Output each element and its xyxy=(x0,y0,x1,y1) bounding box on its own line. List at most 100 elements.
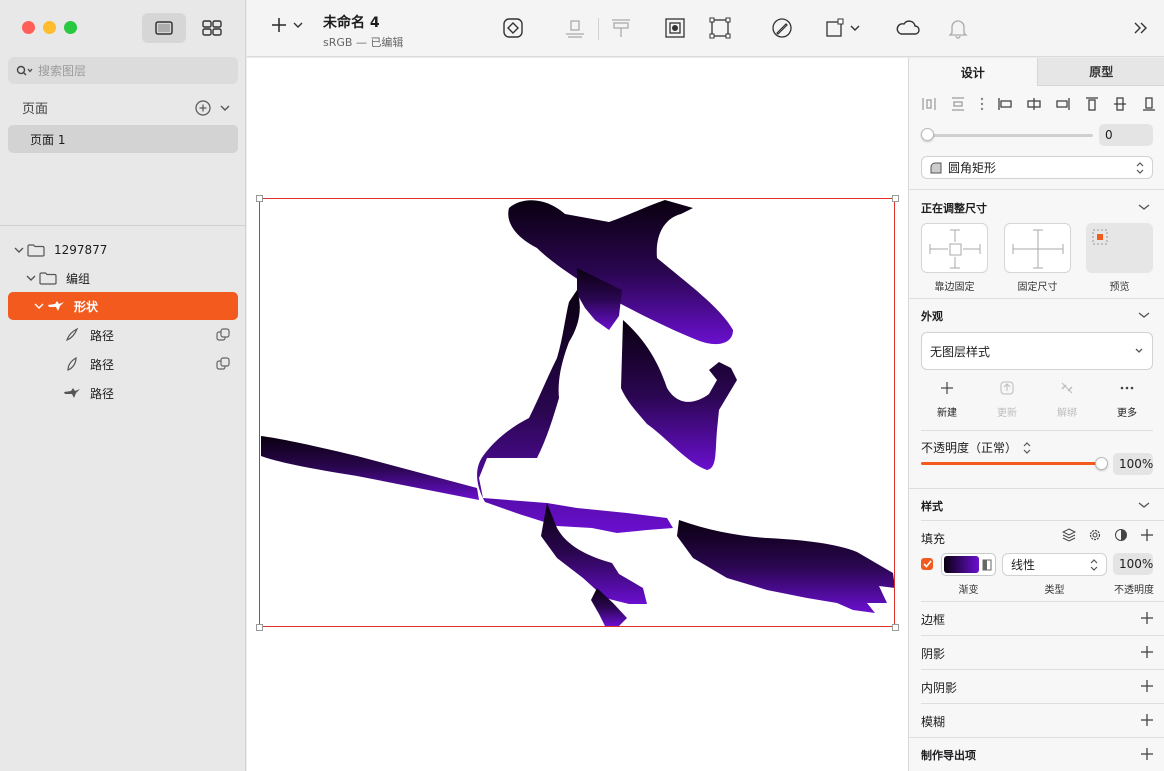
tint-icon[interactable] xyxy=(1114,528,1128,542)
document-status: sRGB — 已编辑 xyxy=(323,36,404,49)
preview-option[interactable] xyxy=(1086,223,1153,273)
gear-icon[interactable] xyxy=(1088,528,1102,542)
add-shadow-icon[interactable] xyxy=(1140,645,1154,659)
detach-style-button[interactable]: 解绑 xyxy=(1047,381,1087,419)
resize-handle-bottom-left[interactable] xyxy=(256,624,263,631)
add-page-icon[interactable] xyxy=(195,99,211,116)
layer-row-selected[interactable]: 形状 xyxy=(8,292,238,320)
add-inner-shadow-icon[interactable] xyxy=(1140,679,1154,693)
edit-path-button[interactable] xyxy=(770,16,794,40)
document-title: 未命名 4 sRGB — 已编辑 xyxy=(323,12,403,50)
chevron-down-icon[interactable] xyxy=(26,274,36,282)
canvas-view-button[interactable] xyxy=(142,13,186,43)
fill-type-select[interactable]: 线性 xyxy=(1002,553,1107,576)
unlink-icon xyxy=(1061,382,1073,394)
update-style-button[interactable]: 更新 xyxy=(987,381,1027,419)
update-icon xyxy=(1000,381,1014,395)
section-divider xyxy=(909,189,1164,190)
corner-radius-knob[interactable] xyxy=(921,128,934,141)
path-icon xyxy=(67,357,77,371)
section-divider xyxy=(921,669,1164,670)
add-blur-icon[interactable] xyxy=(1140,713,1154,727)
zoom-window-button[interactable] xyxy=(64,21,77,34)
align-middle-icon[interactable] xyxy=(1112,96,1128,112)
resize-handle-bottom-right[interactable] xyxy=(892,624,899,631)
shape-type-select[interactable]: 圆角矩形 xyxy=(921,156,1153,179)
layer-row[interactable]: 编组 xyxy=(8,264,238,292)
create-symbol-button[interactable] xyxy=(501,16,525,40)
align-bottom-icon[interactable] xyxy=(1141,96,1157,112)
opacity-slider-track[interactable] xyxy=(921,462,1101,465)
minimize-window-button[interactable] xyxy=(43,21,56,34)
resize-menu-button[interactable] xyxy=(823,16,863,40)
toolbar-overflow-button[interactable] xyxy=(1129,16,1153,40)
layer-row[interactable]: 路径 xyxy=(8,379,238,407)
search-layers-field[interactable]: 搜索图层 xyxy=(8,57,238,84)
grid-view-button[interactable] xyxy=(190,13,234,43)
chevron-down-icon[interactable] xyxy=(1138,501,1150,509)
resize-handle-top-left[interactable] xyxy=(256,195,263,202)
updown-chevron-icon xyxy=(1090,558,1098,571)
section-divider xyxy=(921,520,1164,521)
resize-frame-icon xyxy=(826,18,860,37)
search-placeholder: 搜索图层 xyxy=(38,64,87,78)
more-vertical-icon[interactable] xyxy=(979,96,985,112)
add-export-icon[interactable] xyxy=(1140,747,1154,761)
layer-name: 编组 xyxy=(66,271,91,286)
corner-radius-input[interactable]: 0 xyxy=(1099,124,1153,146)
page-item[interactable]: 页面 1 xyxy=(8,125,238,153)
resize-handle-top-right[interactable] xyxy=(892,195,899,202)
close-window-button[interactable] xyxy=(22,21,35,34)
layer-style-select[interactable]: 无图层样式 xyxy=(921,332,1153,370)
fill-enabled-checkbox[interactable] xyxy=(921,558,933,570)
selection-bounding-box[interactable] xyxy=(259,198,895,627)
plus-icon xyxy=(272,18,286,32)
insert-button[interactable] xyxy=(271,17,303,33)
align-left-icon[interactable] xyxy=(997,96,1013,112)
inspector-tabs: 设计 原型 xyxy=(909,58,1164,86)
section-divider xyxy=(921,703,1164,704)
sidebar-divider xyxy=(0,225,246,226)
section-divider xyxy=(921,635,1164,636)
align-right-icon[interactable] xyxy=(1055,96,1071,112)
fill-gradient-swatch[interactable] xyxy=(941,553,996,576)
rounded-rect-icon xyxy=(930,162,942,173)
layer-row[interactable]: 路径 xyxy=(8,321,238,349)
chevron-down-icon[interactable] xyxy=(34,302,44,310)
align-top-icon[interactable] xyxy=(1084,96,1100,112)
fill-label: 填充 xyxy=(921,532,946,546)
plus-icon[interactable] xyxy=(1140,528,1154,542)
opacity-input[interactable]: 100% xyxy=(1113,453,1153,475)
transform-button[interactable] xyxy=(708,16,732,40)
cloud-button[interactable] xyxy=(894,16,922,40)
opacity-slider-knob[interactable] xyxy=(1095,457,1108,470)
distribute-top-button[interactable] xyxy=(609,16,633,40)
distribute-horizontal-icon[interactable] xyxy=(921,96,937,112)
distribute-vertical-icon[interactable] xyxy=(950,96,966,112)
fill-opacity-input[interactable]: 100% xyxy=(1113,553,1153,575)
align-center-horizontal-icon[interactable] xyxy=(1026,96,1042,112)
more-style-button[interactable]: 更多 xyxy=(1107,381,1147,419)
add-border-icon[interactable] xyxy=(1140,611,1154,625)
notifications-button[interactable] xyxy=(946,16,970,40)
align-bottom-icon xyxy=(566,20,584,38)
tab-prototype[interactable]: 原型 xyxy=(1036,58,1164,86)
inspector-panel: 设计 原型 0 圆角矩形 正在调整尺寸 靠边固定 固定尺寸 预览 外观 无图层样… xyxy=(908,58,1164,771)
opacity-mode-select[interactable]: 不透明度（正常） xyxy=(921,439,1031,456)
layer-row[interactable]: 1297877 xyxy=(8,236,238,264)
fixed-size-option[interactable] xyxy=(1004,223,1071,273)
chevron-down-icon[interactable] xyxy=(1138,203,1150,211)
new-style-button[interactable]: 新建 xyxy=(927,381,967,419)
chevron-down-icon[interactable] xyxy=(219,103,231,113)
alignment-toolbar xyxy=(921,96,1157,112)
chevron-down-icon[interactable] xyxy=(14,246,24,254)
chevron-down-icon[interactable] xyxy=(1138,311,1150,319)
distribute-bottom-button[interactable] xyxy=(563,16,587,40)
corner-radius-track[interactable] xyxy=(925,134,1093,137)
tab-design[interactable]: 设计 xyxy=(909,58,1037,86)
layer-row[interactable]: 路径 xyxy=(8,350,238,378)
mask-button[interactable] xyxy=(663,16,687,40)
pin-to-edge-option[interactable] xyxy=(921,223,988,273)
canvas[interactable] xyxy=(247,58,908,771)
layers-stack-icon[interactable] xyxy=(1062,528,1076,542)
